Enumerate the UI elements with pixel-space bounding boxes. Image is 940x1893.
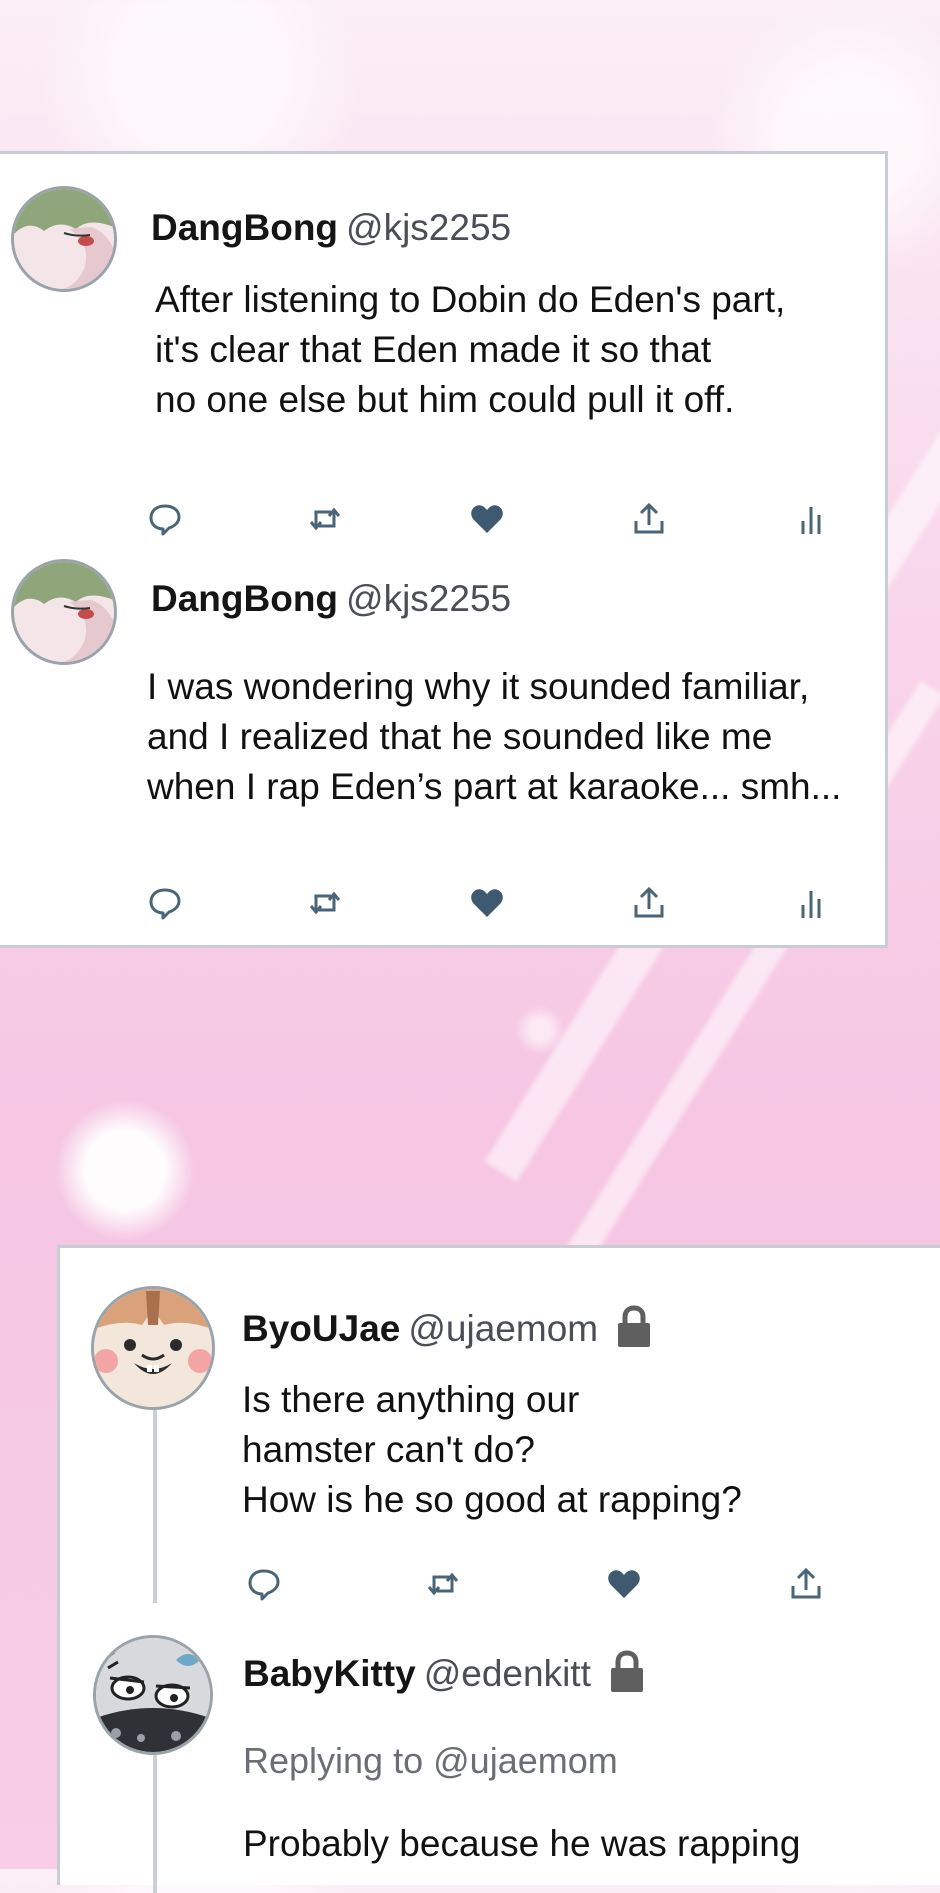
user-name[interactable]: DangBong @kjs2255	[151, 207, 511, 249]
retweet-icon[interactable]	[425, 1566, 461, 1602]
lock-icon	[618, 1305, 651, 1348]
display-name[interactable]: DangBong	[151, 207, 338, 248]
analytics-icon[interactable]	[793, 501, 829, 537]
reply-text: Is there anything our hamster can't do? …	[242, 1379, 742, 1520]
avatar[interactable]	[93, 1635, 213, 1755]
analytics-icon[interactable]	[793, 885, 829, 921]
user-handle[interactable]: @kjs2255	[346, 207, 511, 248]
user-name[interactable]: BabyKitty @edenkitt	[243, 1650, 645, 1698]
display-name[interactable]: ByoUJae	[242, 1308, 400, 1349]
share-icon[interactable]	[631, 501, 667, 537]
retweet-icon[interactable]	[307, 501, 343, 537]
speech-bubble-icon[interactable]	[246, 1566, 282, 1602]
share-icon[interactable]	[788, 1566, 824, 1602]
share-icon[interactable]	[631, 885, 667, 921]
thread-line	[153, 1753, 157, 1893]
avatar[interactable]	[11, 186, 117, 292]
replying-to: Replying to @ujaemom	[243, 1740, 618, 1782]
reply-thread-panel: ByoUJae @ujaemom Is there anything our ha…	[57, 1245, 940, 1893]
avatar[interactable]	[91, 1286, 215, 1410]
reply-text: Probably because he was rapping	[243, 1823, 801, 1864]
speech-bubble-icon[interactable]	[147, 885, 183, 921]
heart-icon[interactable]	[469, 885, 505, 921]
tweet-panel-top: DangBong @kjs2255 After listening to Dobi…	[0, 151, 888, 948]
display-name[interactable]: BabyKitty	[243, 1653, 416, 1694]
user-handle[interactable]: @kjs2255	[346, 578, 511, 619]
avatar[interactable]	[11, 559, 117, 665]
user-name[interactable]: ByoUJae @ujaemom	[242, 1305, 652, 1353]
heart-icon[interactable]	[606, 1566, 642, 1602]
lock-icon	[610, 1650, 643, 1693]
display-name[interactable]: DangBong	[151, 578, 338, 619]
replying-to-label: Replying to	[243, 1740, 424, 1781]
thread-line	[153, 1403, 157, 1603]
heart-icon[interactable]	[469, 501, 505, 537]
user-name[interactable]: DangBong @kjs2255	[151, 578, 511, 620]
retweet-icon[interactable]	[307, 885, 343, 921]
tweet-text: I was wondering why it sounded familiar,…	[147, 666, 842, 807]
speech-bubble-icon[interactable]	[147, 501, 183, 537]
tweet-text: After listening to Dobin do Eden's part,…	[155, 279, 786, 420]
user-handle[interactable]: @ujaemom	[408, 1308, 598, 1349]
replying-to-handle[interactable]: @ujaemom	[433, 1740, 618, 1781]
user-handle[interactable]: @edenkitt	[424, 1653, 591, 1694]
